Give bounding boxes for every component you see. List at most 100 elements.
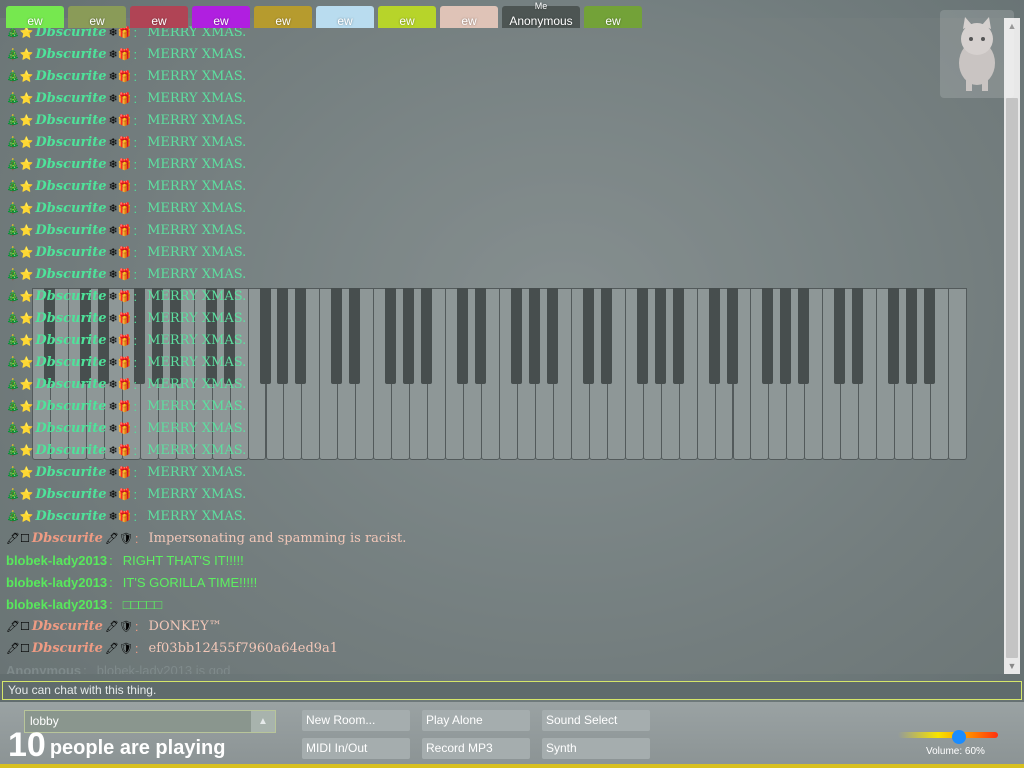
chat-separator: : <box>133 355 138 370</box>
chat-nick[interactable]: Dbscurite <box>35 418 106 440</box>
chat-separator: : <box>133 69 138 84</box>
chat-text: MERRY XMAS. <box>147 377 247 392</box>
chat-nick[interactable]: Dbscurite <box>35 176 106 198</box>
chat-nick[interactable]: Dbscurite <box>35 132 106 154</box>
user-avatar <box>940 10 1014 98</box>
participant-name: ew <box>605 14 621 28</box>
chat-scrollbar[interactable]: ▲ ▼ <box>1004 18 1020 674</box>
chat-message: 🖊☐ Dbscurite 🖊🛡: DONKEY™ <box>6 616 1004 638</box>
participant-tab[interactable]: ew <box>254 6 312 28</box>
chat-separator: : <box>109 597 113 612</box>
chat-text: MERRY XMAS. <box>147 157 247 172</box>
chat-nick[interactable]: blobek-lady2013 <box>6 594 107 616</box>
record-mp3-button[interactable]: Record MP3 <box>422 738 530 759</box>
participant-tab[interactable]: ew <box>68 6 126 28</box>
sound-select-button[interactable]: Sound Select <box>542 710 650 731</box>
badge-icons: ❄🎁 <box>108 379 132 391</box>
participant-tab[interactable]: ew <box>378 6 436 28</box>
chat-message: 🎄⭐ Dbscurite ❄🎁: MERRY XMAS. <box>6 88 1004 110</box>
chat-separator: : <box>83 663 87 674</box>
chat-nick[interactable]: Dbscurite <box>35 66 106 88</box>
chat-nick[interactable]: Anonymous <box>6 660 81 674</box>
volume-slider[interactable] <box>898 732 998 738</box>
new-room-button[interactable]: New Room... <box>302 710 410 731</box>
chat-nick[interactable]: Dbscurite <box>32 528 103 550</box>
chat-message: 🎄⭐ Dbscurite ❄🎁: MERRY XMAS. <box>6 352 1004 374</box>
chat-separator: : <box>133 399 138 414</box>
badge-icons: 🎄⭐ <box>6 335 34 347</box>
badge-icons: ❄🎁 <box>108 137 132 149</box>
participant-tab[interactable]: ew <box>316 6 374 28</box>
badge-icons: ❄🎁 <box>108 445 132 457</box>
chat-nick[interactable]: blobek-lady2013 <box>6 550 107 572</box>
badge-icons: 🖊🛡 <box>104 643 133 655</box>
badge-icons: 🎄⭐ <box>6 467 34 479</box>
badge-icons: ❄🎁 <box>108 467 132 479</box>
participant-name: Anonymous <box>509 14 573 28</box>
chat-nick[interactable]: Dbscurite <box>35 88 106 110</box>
chevron-up-icon[interactable]: ▲ <box>251 711 275 732</box>
chat-nick[interactable]: Dbscurite <box>32 638 103 660</box>
chat-message: 🎄⭐ Dbscurite ❄🎁: MERRY XMAS. <box>6 242 1004 264</box>
chat-nick[interactable]: Dbscurite <box>35 440 106 462</box>
chat-message-list: 🎄⭐ Dbscurite ❄🎁: MERRY XMAS. 🎄⭐ Dbscurite ❄🎁: M… <box>6 22 1004 674</box>
badge-icons: 🎄⭐ <box>6 225 34 237</box>
chat-nick[interactable]: Dbscurite <box>35 154 106 176</box>
chat-text: ef03bb12455f7960a64ed9a1 <box>148 641 339 656</box>
chat-nick[interactable]: Dbscurite <box>35 44 106 66</box>
chat-message: 🖊☐ Dbscurite 🖊🛡: ef03bb12455f7960a64ed9a1 <box>6 638 1004 660</box>
midi-button[interactable]: MIDI In/Out <box>302 738 410 759</box>
chat-nick[interactable]: Dbscurite <box>35 352 106 374</box>
badge-icons: 🎄⭐ <box>6 203 34 215</box>
chat-nick[interactable]: Dbscurite <box>35 110 106 132</box>
chat-separator: : <box>133 465 138 480</box>
chat-separator: : <box>133 267 138 282</box>
chat-separator: : <box>133 311 138 326</box>
badge-icons: 🎄⭐ <box>6 181 34 193</box>
participant-tab[interactable]: ew <box>584 6 642 28</box>
badge-icons: ❄🎁 <box>108 203 132 215</box>
chat-nick[interactable]: Dbscurite <box>32 616 103 638</box>
chat-nick[interactable]: Dbscurite <box>35 330 106 352</box>
chat-nick[interactable]: Dbscurite <box>35 220 106 242</box>
badge-icons: ❄🎁 <box>108 313 132 325</box>
chat-separator: : <box>109 575 113 590</box>
chat-nick[interactable]: Dbscurite <box>35 396 106 418</box>
player-count-number: 10 <box>8 726 46 764</box>
chat-text: □□□□□ <box>122 597 163 612</box>
chat-nick[interactable]: Dbscurite <box>35 484 106 506</box>
chat-text: blobek-lady2013 is god <box>96 663 231 674</box>
chat-input[interactable]: You can chat with this thing. <box>2 681 1022 700</box>
chat-panel: 🎄⭐ Dbscurite ❄🎁: MERRY XMAS. 🎄⭐ Dbscurite ❄🎁: M… <box>0 18 1004 674</box>
chat-nick[interactable]: Dbscurite <box>35 264 106 286</box>
badge-icons: 🎄⭐ <box>6 379 34 391</box>
chat-nick[interactable]: Dbscurite <box>35 286 106 308</box>
play-alone-button[interactable]: Play Alone <box>422 710 530 731</box>
chat-message: 🎄⭐ Dbscurite ❄🎁: MERRY XMAS. <box>6 330 1004 352</box>
chat-nick[interactable]: blobek-lady2013 <box>6 572 107 594</box>
badge-icons: ❄🎁 <box>108 49 132 61</box>
chat-nick[interactable]: Dbscurite <box>35 506 106 528</box>
chat-nick[interactable]: Dbscurite <box>35 308 106 330</box>
scroll-thumb[interactable] <box>1006 98 1018 658</box>
chat-message: 🎄⭐ Dbscurite ❄🎁: MERRY XMAS. <box>6 374 1004 396</box>
chat-message: 🎄⭐ Dbscurite ❄🎁: MERRY XMAS. <box>6 110 1004 132</box>
participant-tab[interactable]: ew <box>192 6 250 28</box>
badge-icons: 🎄⭐ <box>6 511 34 523</box>
chat-nick[interactable]: Dbscurite <box>35 198 106 220</box>
badge-icons: ❄🎁 <box>108 71 132 83</box>
participant-tab[interactable]: ew <box>440 6 498 28</box>
chat-separator: : <box>109 553 113 568</box>
chat-message: 🖊☐ Dbscurite 🖊🛡: Impersonating and spamming… <box>6 528 1004 550</box>
chat-nick[interactable]: Dbscurite <box>35 374 106 396</box>
scroll-down-icon[interactable]: ▼ <box>1004 658 1020 674</box>
participant-tab[interactable]: ew <box>6 6 64 28</box>
badge-icons: 🎄⭐ <box>6 489 34 501</box>
volume-knob[interactable] <box>952 730 966 744</box>
synth-button[interactable]: Synth <box>542 738 650 759</box>
chat-nick[interactable]: Dbscurite <box>35 462 106 484</box>
chat-nick[interactable]: Dbscurite <box>35 242 106 264</box>
participant-tab[interactable]: ew <box>130 6 188 28</box>
participant-tab[interactable]: Me Anonymous <box>502 1 580 28</box>
badge-icons: ❄🎁 <box>108 357 132 369</box>
